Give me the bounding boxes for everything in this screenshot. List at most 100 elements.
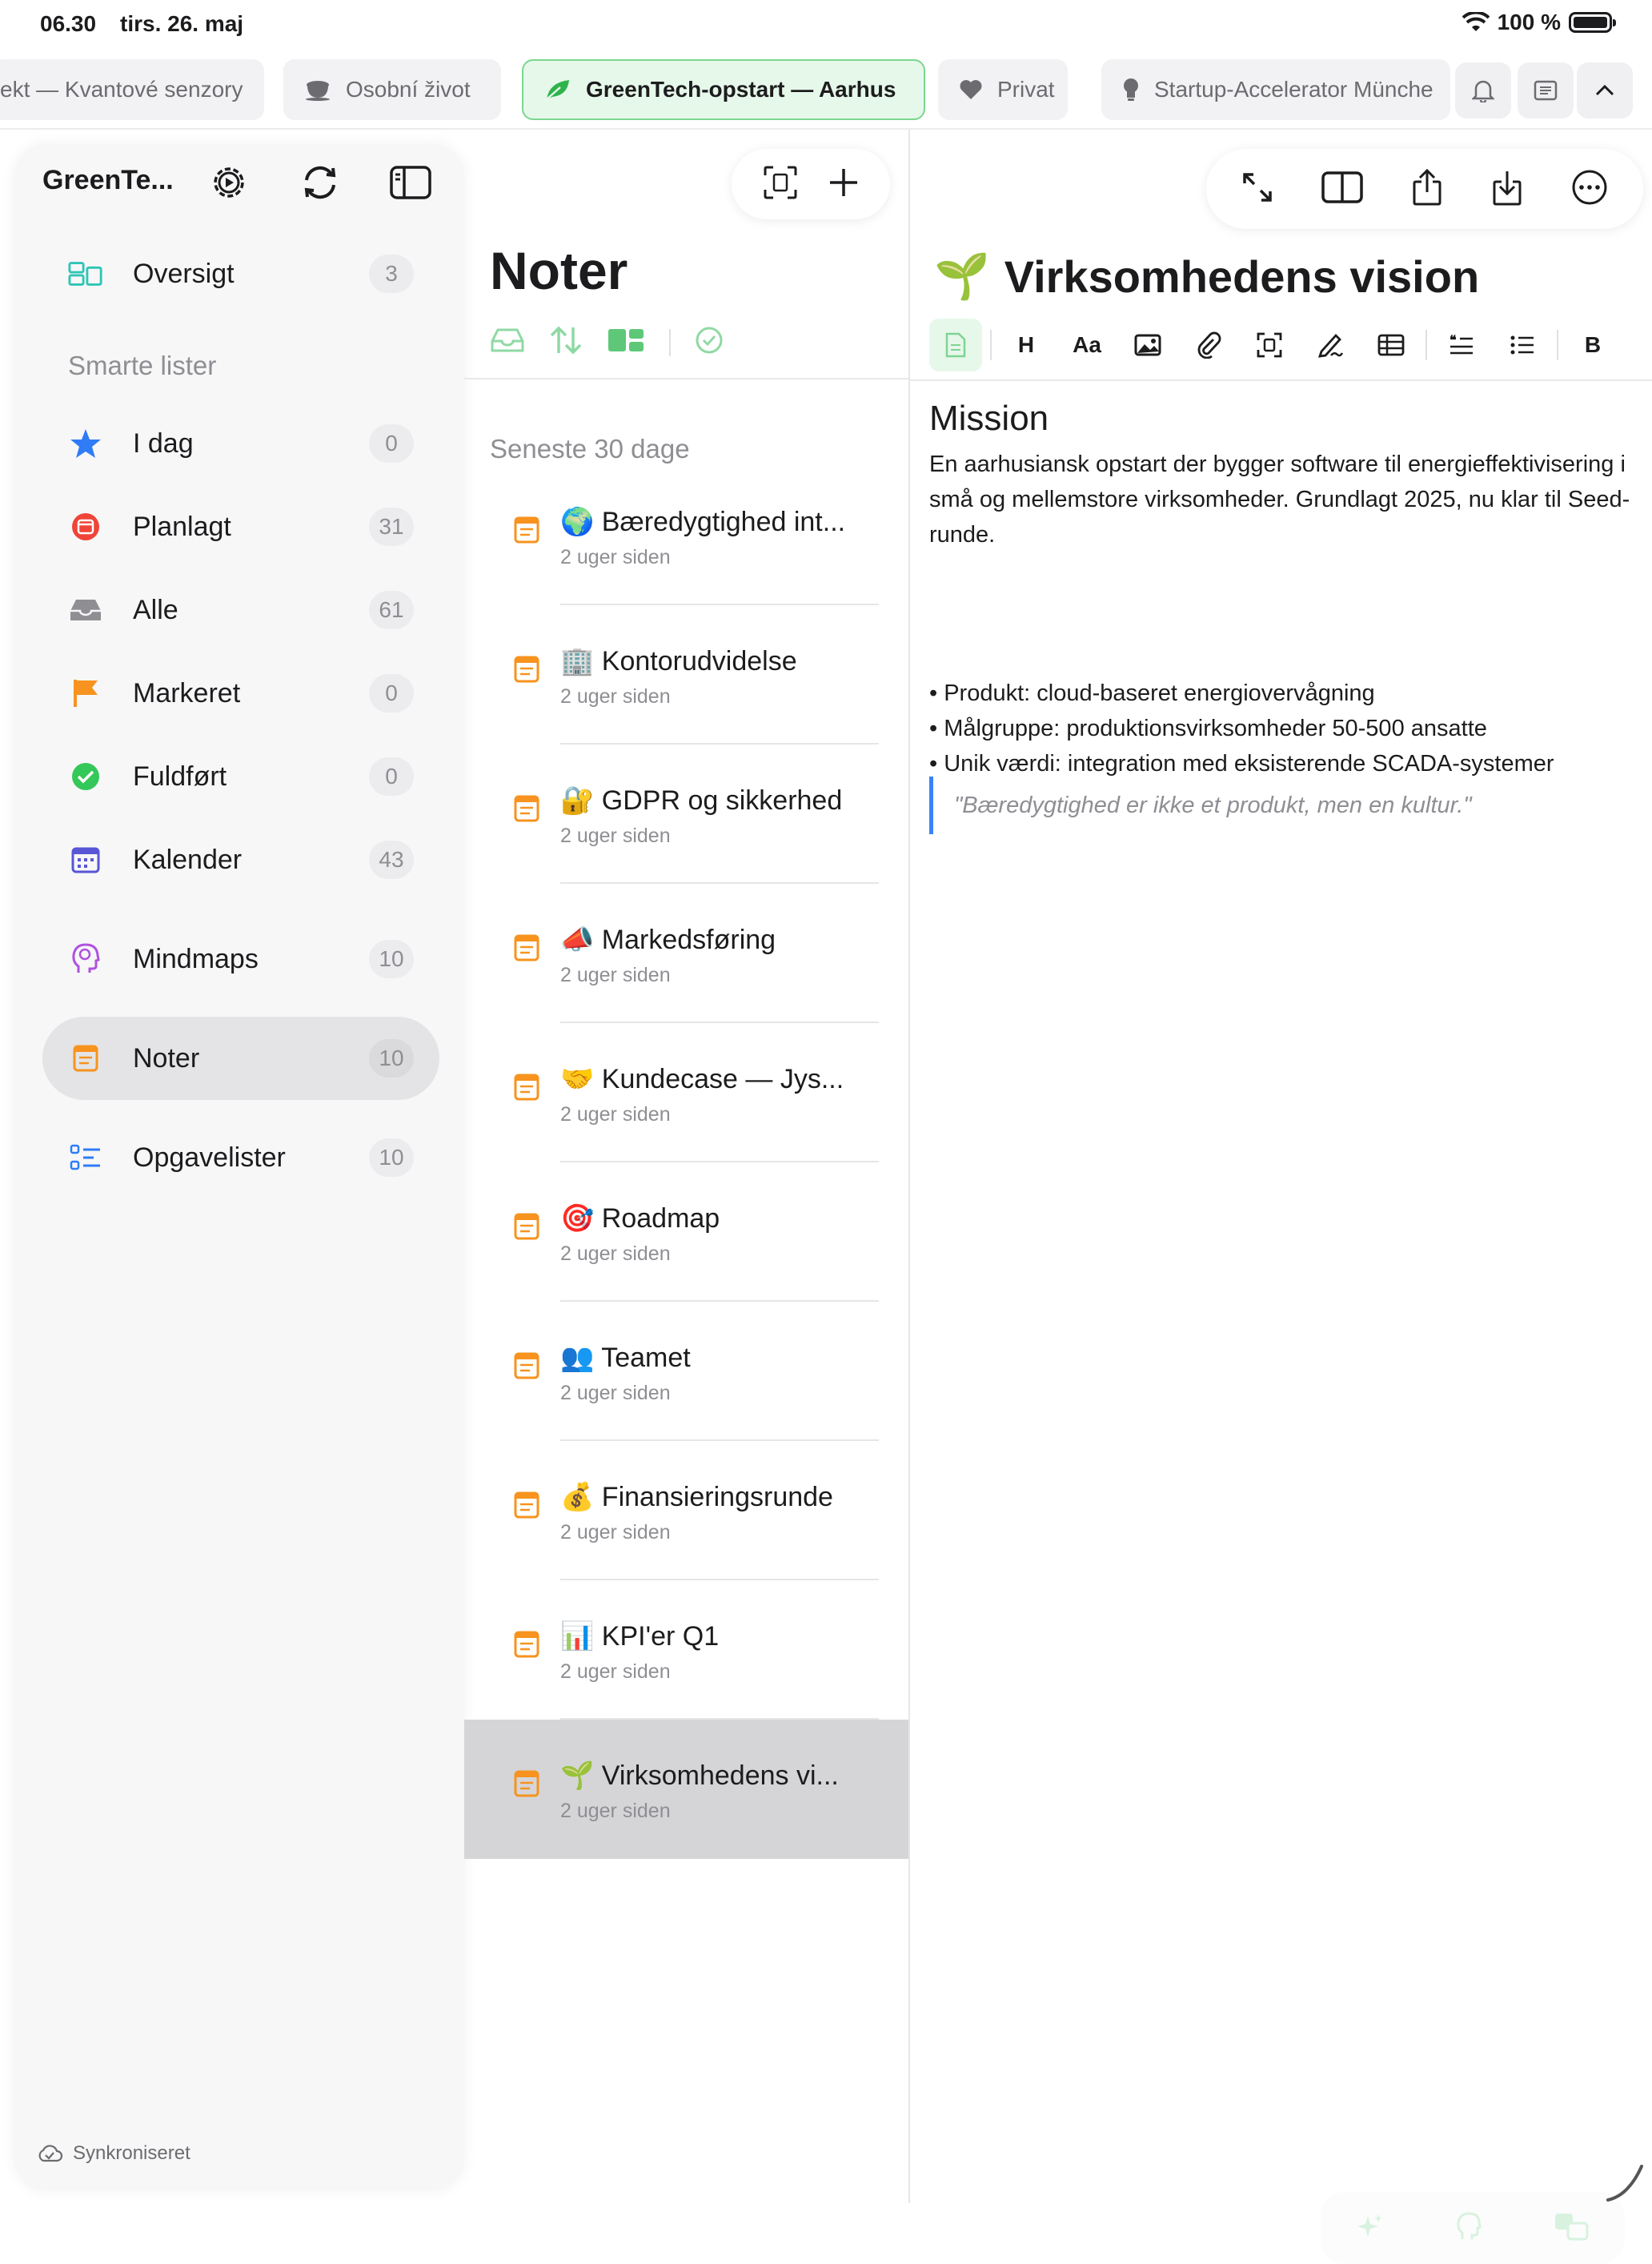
tab-greentech-opstart[interactable]: GreenTech-opstart — Aarhus (522, 59, 925, 120)
sync-button[interactable] (296, 159, 344, 207)
note-title: 📊 KPI'er Q1 (560, 1620, 719, 1652)
note-list-item[interactable]: 📊 KPI'er Q1 2 uger siden (464, 1580, 908, 1720)
sort-button[interactable] (549, 325, 583, 359)
divider (1425, 330, 1427, 360)
note-list-item[interactable]: 🏢 Kontorudvidelse 2 uger siden (464, 605, 908, 745)
tab-privat[interactable]: Privat (938, 59, 1068, 120)
divider (990, 330, 992, 360)
tab-osobni-zivot[interactable]: Osobní život (283, 59, 501, 120)
note-emoji: 🔐 (560, 785, 595, 816)
inbox-filter-button[interactable] (490, 327, 525, 358)
note-list-item[interactable]: 🔐 GDPR og sikkerhed 2 uger siden (464, 745, 908, 884)
sidebar-item-opgavelister[interactable]: Opgavelister 10 (42, 1116, 439, 1199)
draw-button[interactable] (1304, 319, 1357, 371)
count-badge: 0 (369, 424, 414, 463)
sidebar-item-mindmaps[interactable]: Mindmaps 10 (42, 917, 439, 1001)
workspace-title[interactable]: GreenTe... (42, 165, 174, 196)
note-list-item[interactable]: 🌍 Bæredygtighed int... 2 uger siden (464, 466, 908, 605)
note-title[interactable]: 🌱 Virksomhedens vision (934, 250, 1479, 303)
sidebar-item-oversigt[interactable]: Oversigt 3 (42, 232, 439, 315)
calendar-icon (68, 842, 103, 877)
count-badge: 10 (369, 940, 414, 978)
note-title-text: KPI'er Q1 (601, 1621, 720, 1652)
tray-icon (68, 592, 103, 628)
reader-icon (1534, 80, 1558, 101)
sidebar-item-planlagt[interactable]: Planlagt 31 (42, 485, 439, 568)
reader-button[interactable] (1518, 62, 1574, 118)
split-view-button[interactable] (1321, 171, 1363, 207)
paperclip-icon (1197, 331, 1221, 359)
more-icon (1572, 170, 1607, 204)
note-icon (512, 1073, 544, 1108)
font-button[interactable]: Aa (1061, 319, 1113, 371)
note-heading[interactable]: Mission (929, 399, 1049, 439)
completed-filter-button[interactable] (695, 326, 724, 359)
note-paragraph[interactable]: En aarhusiansk opstart der bygger softwa… (929, 447, 1634, 552)
battery-icon (1569, 12, 1616, 33)
note-list-pane: Noter Seneste 30 dage 🌍 Bæredygtighed in… (464, 130, 908, 2203)
sidebar-item-label: Planlagt (133, 511, 231, 542)
note-quote[interactable]: "Bæredygtighed er ikke et produkt, men e… (929, 777, 1472, 834)
scan-button[interactable] (1243, 319, 1296, 371)
heart-icon (959, 79, 983, 100)
note-list-item[interactable]: 💰 Finansieringsrunde 2 uger siden (464, 1441, 908, 1580)
sidebar-item-fuldfoert[interactable]: Fuldført 0 (42, 735, 439, 818)
note-title-text: Virksomhedens vi... (601, 1760, 839, 1791)
share-button[interactable] (1411, 168, 1443, 211)
translate-button[interactable] (1554, 2212, 1589, 2245)
note-date: 2 uger siden (560, 1800, 671, 1822)
sidebar-item-label: Noter (133, 1042, 200, 1074)
layout-toggle-button[interactable] (607, 327, 645, 357)
heading-button[interactable]: H (1000, 319, 1053, 371)
insert-table-button[interactable] (1365, 319, 1417, 371)
sidebar-item-label: Fuldført (133, 761, 227, 792)
bullet-list-button[interactable] (1496, 319, 1549, 371)
settings-button[interactable] (205, 159, 253, 207)
note-list-item[interactable]: 🎯 Roadmap 2 uger siden (464, 1162, 908, 1302)
document-icon (945, 332, 966, 358)
list-filters (490, 325, 724, 359)
sidebar-item-markeret[interactable]: Markeret 0 (42, 652, 439, 735)
sidebar-item-label: Oversigt (133, 258, 235, 289)
document-mode-button[interactable] (929, 319, 982, 371)
quote-button[interactable]: ❝ (1435, 319, 1488, 371)
note-title-text: Teamet (601, 1343, 691, 1373)
image-icon (1134, 334, 1161, 356)
tab-kvantove-senzory[interactable]: ekt — Kvantové senzory (0, 59, 264, 120)
note-emoji: 📊 (560, 1621, 595, 1652)
battery-percent: 100 % (1497, 10, 1561, 34)
fullscreen-button[interactable] (1241, 171, 1273, 207)
bell-icon (1472, 80, 1494, 102)
scan-document-button[interactable] (763, 165, 798, 204)
note-title: 🎯 Roadmap (560, 1202, 720, 1234)
note-list-item[interactable]: 🤝 Kundecase — Jys... 2 uger siden (464, 1023, 908, 1162)
sidebar-item-noter[interactable]: Noter 10 (42, 1017, 439, 1100)
sidebar-item-alle[interactable]: Alle 61 (42, 568, 439, 652)
tab-startup-accelerator[interactable]: Startup-Accelerator Münche (1101, 59, 1450, 120)
note-list-item[interactable]: 📣 Markedsføring 2 uger siden (464, 884, 908, 1023)
insert-image-button[interactable] (1121, 319, 1174, 371)
sparkles-button[interactable] (1357, 2213, 1384, 2244)
toggle-sidebar-button[interactable] (387, 159, 435, 207)
table-icon (1377, 334, 1405, 356)
sidebar-item-kalender[interactable]: Kalender 43 (42, 818, 439, 901)
bold-button[interactable]: B (1566, 319, 1619, 371)
attach-button[interactable] (1182, 319, 1235, 371)
sidebar-item-i-dag[interactable]: I dag 0 (42, 402, 439, 485)
new-note-button[interactable] (828, 167, 860, 203)
sync-status-label: Synkroniseret (73, 2142, 190, 2164)
download-button[interactable] (1491, 168, 1523, 211)
sidebar-item-label: Mindmaps (133, 943, 259, 974)
collapse-tabs-button[interactable] (1577, 62, 1633, 118)
notifications-button[interactable] (1455, 62, 1511, 118)
download-icon (1493, 171, 1522, 205)
note-list-item[interactable]: 👥 Teamet 2 uger siden (464, 1302, 908, 1441)
note-title-text: Bæredygtighed int... (601, 507, 846, 537)
note-list-item[interactable]: 🌱 Virksomhedens vi... 2 uger siden (464, 1720, 908, 1859)
mind-button[interactable] (1455, 2211, 1482, 2246)
gear-icon (214, 167, 244, 198)
note-bullet-list[interactable]: • Produkt: cloud-baseret energiovervågni… (929, 676, 1642, 781)
sidebar: GreenTe... Oversigt 3 Smarte lister I da… (14, 144, 464, 2190)
more-button[interactable] (1571, 169, 1608, 210)
status-time: 06.30 (40, 11, 97, 36)
